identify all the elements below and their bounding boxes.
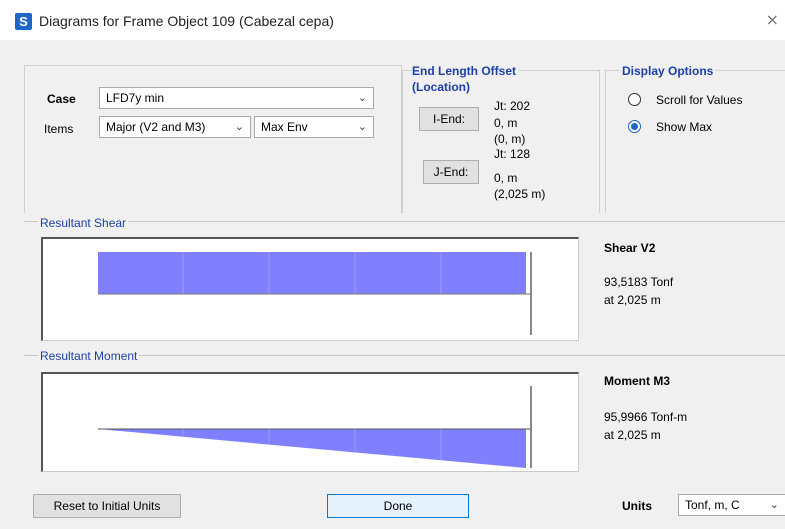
end-length-offset-subtitle: (Location) [412,80,470,94]
moment-diagram-svg [98,386,532,468]
resultant-shear-label: Resultant Shear [38,216,129,230]
shear-value: 93,5183 Tonf [604,275,674,289]
chevron-down-icon: ⌄ [357,120,367,133]
close-icon[interactable]: × [766,10,779,29]
shear-fill [98,252,526,294]
items-label: Items [44,122,74,136]
radio-scroll-label: Scroll for Values [656,93,743,107]
app-icon: S [15,13,32,30]
chevron-down-icon: ⌄ [357,91,367,104]
radio-show-max-label: Show Max [656,120,713,134]
radio-show-max[interactable] [628,120,641,133]
j-end-offset: 0, m [494,171,518,185]
shear-diagram-svg [98,252,532,335]
units-select[interactable]: Tonf, m, C ⌄ [678,494,785,516]
items-select-value: Major (V2 and M3) [106,120,206,134]
moment-location: at 2,025 m [604,428,661,442]
title-bar: S Diagrams for Frame Object 109 (Cabezal… [0,0,785,40]
chevron-down-icon: ⌄ [769,498,779,511]
moment-fill [98,429,526,468]
radio-scroll-for-values[interactable] [628,93,641,106]
shear-location: at 2,025 m [604,293,661,307]
moment-value: 95,9966 Tonf-m [604,410,688,424]
chevron-down-icon: ⌄ [234,120,244,133]
display-options-title: Display Options [620,64,716,78]
items-select[interactable]: Major (V2 and M3) ⌄ [99,116,251,138]
display-options-group [605,70,785,213]
done-button[interactable]: Done [327,494,469,518]
j-end-location: (2,025 m) [494,187,546,201]
case-select[interactable]: LFD7y min ⌄ [99,87,374,109]
shear-diagram [41,237,579,341]
i-end-offset: 0, m [494,116,518,130]
end-length-offset-title: End Length Offset [412,64,518,78]
resultant-moment-label: Resultant Moment [38,349,140,363]
i-end-location: (0, m) [494,132,526,146]
units-select-value: Tonf, m, C [685,498,740,512]
env-select[interactable]: Max Env ⌄ [254,116,374,138]
case-select-value: LFD7y min [106,91,165,105]
units-label: Units [622,499,652,513]
shear-title: Shear V2 [604,241,656,255]
env-select-value: Max Env [261,120,308,134]
moment-title: Moment M3 [604,374,670,388]
reset-units-button[interactable]: Reset to Initial Units [33,494,181,518]
j-end-button[interactable]: J-End: [423,160,479,184]
j-end-joint: Jt: 128 [494,147,531,161]
i-end-button[interactable]: I-End: [419,107,479,131]
moment-diagram [41,372,579,472]
shear-separator [24,221,785,222]
case-label: Case [47,92,76,106]
window-title: Diagrams for Frame Object 109 (Cabezal c… [39,13,334,29]
i-end-joint: Jt: 202 [494,99,531,113]
